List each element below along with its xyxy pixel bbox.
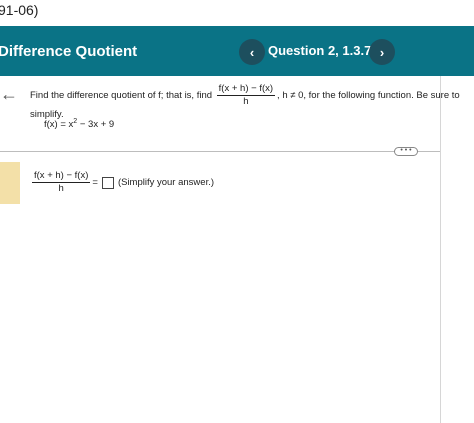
answer-row: f(x + h) − f(x) h = (Simplify your answe…: [30, 170, 214, 195]
question-prompt: Find the difference quotient of f; that …: [30, 83, 470, 122]
previous-question-button[interactable]: ‹: [239, 39, 265, 65]
top-strip: 91-06): [0, 0, 474, 26]
answer-fraction-numerator: f(x + h) − f(x): [32, 170, 91, 183]
function-left: f(x) = x: [44, 119, 74, 131]
difference-quotient-fraction: f(x + h) − f(x) h: [216, 83, 276, 108]
answer-fraction: f(x + h) − f(x) h: [32, 170, 91, 195]
chevron-left-icon: ‹: [249, 44, 255, 60]
question-label: Question 2, 1.3.77: [268, 43, 379, 58]
function-definition: f(x) = x2 − 3x + 9: [44, 118, 114, 130]
chevron-right-icon: ›: [379, 44, 385, 60]
function-right: − 3x + 9: [77, 119, 115, 131]
more-options-button[interactable]: • • •: [394, 147, 418, 156]
section-code: 91-06): [0, 2, 39, 18]
next-question-button[interactable]: ›: [369, 39, 395, 65]
answer-indicator-bar: [0, 162, 20, 204]
right-divider: [440, 76, 441, 423]
arrow-left-icon[interactable]: ←: [0, 84, 18, 105]
equals-sign: =: [92, 177, 98, 188]
page-title: Difference Quotient: [0, 43, 138, 60]
fraction-denominator: h: [243, 96, 249, 107]
answer-hint: (Simplify your answer.): [117, 177, 215, 188]
section-divider: [0, 151, 440, 152]
header-bar: Difference Quotient: [0, 26, 474, 76]
fraction-numerator: f(x + h) − f(x): [216, 83, 276, 96]
answer-fraction-denominator: h: [58, 183, 64, 194]
answer-input[interactable]: [101, 176, 114, 189]
prompt-start: Find the difference quotient of f; that …: [30, 90, 213, 102]
